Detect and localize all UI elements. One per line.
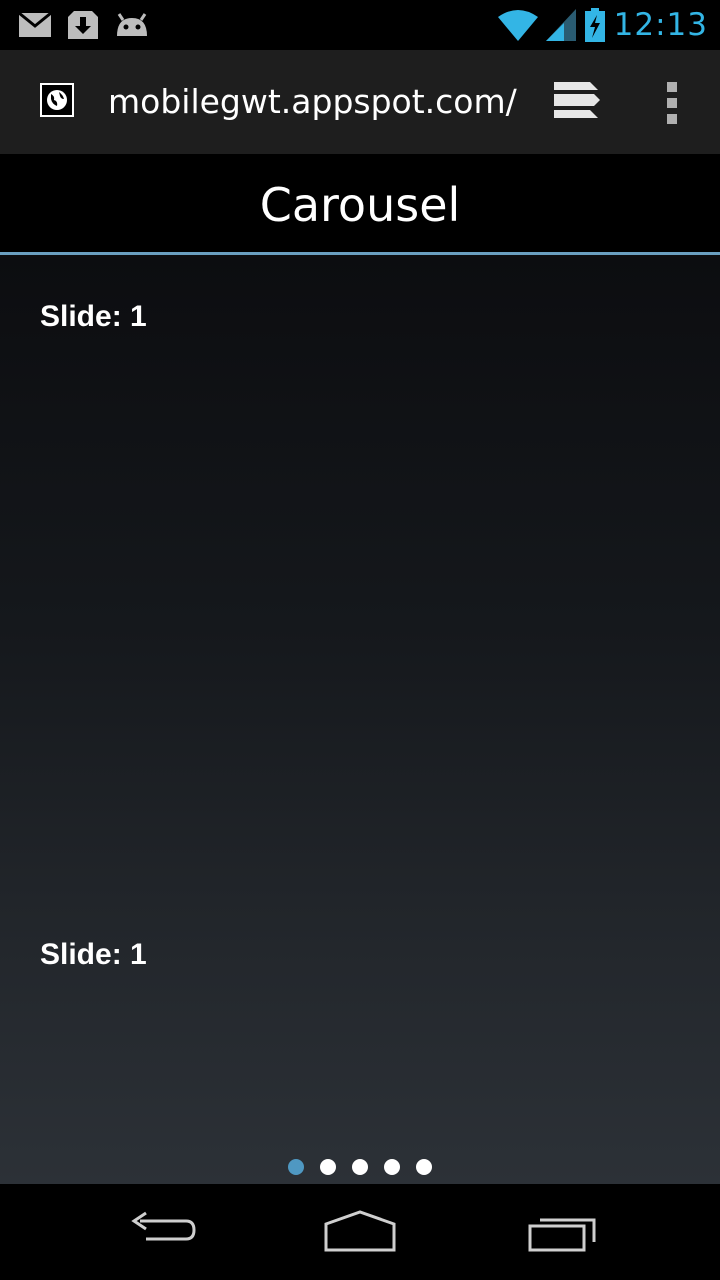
clock: 12:13 (613, 7, 708, 43)
app-header: Carousel (0, 154, 720, 255)
page-title: Carousel (259, 178, 461, 232)
home-button[interactable] (320, 1206, 400, 1256)
page-indicator-active[interactable] (288, 1159, 304, 1175)
back-icon (131, 1211, 196, 1241)
download-icon (68, 11, 98, 39)
wifi-icon (497, 10, 538, 41)
carousel-pagination (0, 1159, 720, 1177)
overflow-menu-icon[interactable] (664, 80, 680, 126)
recent-apps-icon (528, 1218, 596, 1252)
page-indicator[interactable] (320, 1159, 336, 1175)
recent-apps-button[interactable] (522, 1206, 602, 1256)
globe-icon (40, 83, 74, 117)
status-bar: 12:13 (0, 0, 720, 50)
notification-icons (18, 8, 150, 42)
signal-icon (545, 9, 576, 41)
page-indicator[interactable] (352, 1159, 368, 1175)
home-icon (324, 1210, 396, 1252)
url-text[interactable]: mobilegwt.appspot.com/ (108, 80, 517, 124)
back-button[interactable] (120, 1206, 200, 1256)
page-indicator[interactable] (384, 1159, 400, 1175)
android-debug-icon (117, 13, 147, 36)
carousel[interactable]: Slide: 1 Slide: 1 (0, 255, 720, 1184)
tabs-icon[interactable] (550, 80, 602, 124)
slide-label: Slide: 1 (40, 300, 147, 333)
battery-charging-icon (584, 8, 605, 42)
gmail-icon (18, 12, 52, 37)
system-nav-bar (0, 1184, 720, 1280)
system-icons: 12:13 (497, 6, 708, 44)
slide-label: Slide: 1 (40, 938, 147, 971)
browser-url-bar[interactable]: mobilegwt.appspot.com/ (0, 50, 720, 154)
page-indicator[interactable] (416, 1159, 432, 1175)
